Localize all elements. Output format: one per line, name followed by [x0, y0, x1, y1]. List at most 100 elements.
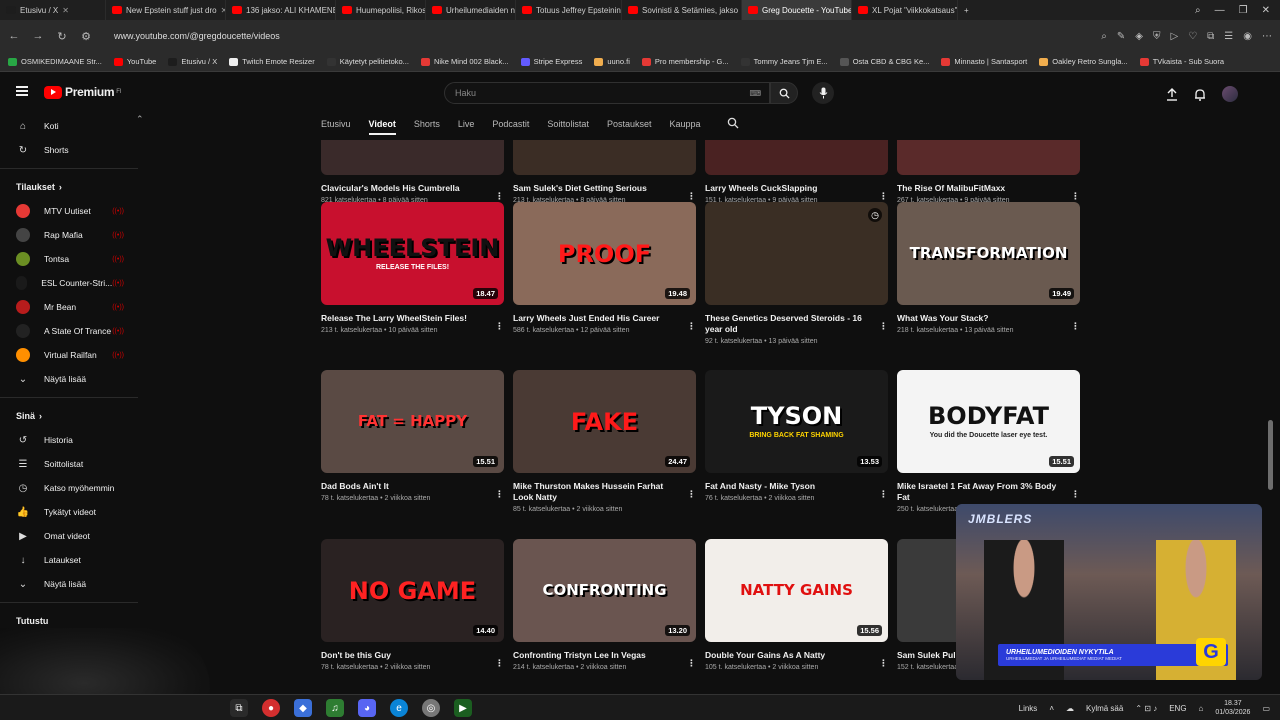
channel-tab[interactable]: Soittolistat	[547, 119, 589, 129]
bookmark-item[interactable]: uuno.fi	[594, 57, 630, 66]
video-card[interactable]: Sam Sulek's Diet Getting Serious ⋮ 213 t. …	[513, 140, 696, 204]
hamburger-menu-icon[interactable]	[16, 86, 28, 96]
edit-icon[interactable]: ✎	[1117, 31, 1125, 42]
sidebar-item-you[interactable]: ◷ Katso myöhemmin	[0, 476, 140, 500]
play-app-icon[interactable]: ▶	[454, 699, 472, 717]
video-card[interactable]: FAKE 24.47 Mike Thurston Makes Hussein Far…	[513, 370, 696, 513]
browser-tab[interactable]: New Epstein stuff just dro✕	[106, 0, 226, 20]
bookmark-item[interactable]: TVkaista - Sub Suora	[1139, 57, 1224, 66]
more-options-icon[interactable]: ⋮	[687, 191, 696, 202]
notification-center-icon[interactable]: ▭	[1262, 704, 1270, 713]
shield-icon[interactable]: ⛨	[1153, 31, 1161, 42]
url-field[interactable]: www.youtube.com/@gregdoucette/videos	[114, 31, 280, 41]
search-button[interactable]	[770, 82, 798, 104]
video-title[interactable]: Fat And Nasty - Mike Tyson	[705, 481, 888, 492]
more-options-icon[interactable]: ⋮	[687, 321, 696, 332]
sidebar-subscription[interactable]: Virtual Railfan ((•))	[0, 343, 140, 367]
video-thumbnail[interactable]: WHEELSTEIN RELEASE THE FILES! 18.47	[321, 202, 504, 305]
channel-tab[interactable]: Podcastit	[492, 119, 529, 129]
video-title[interactable]: Sam Sulek's Diet Getting Serious	[513, 183, 696, 194]
video-card[interactable]: PROOF 19.48 Larry Wheels Just Ended His Ca…	[513, 202, 696, 334]
sidebar-subscription[interactable]: ESL Counter-Stri... ((•))	[0, 271, 140, 295]
browser-tab[interactable]: XL Pojat "viikkokatsaus" 1✕	[852, 0, 958, 20]
links-toolbar[interactable]: Links	[1019, 704, 1038, 713]
sidebar-subscription[interactable]: A State Of Trance ((•))	[0, 319, 140, 343]
search-input[interactable]: Haku ⌨	[444, 82, 770, 104]
network-icon[interactable]: ⌂	[1199, 704, 1204, 713]
video-card[interactable]: WHEELSTEIN RELEASE THE FILES! 18.47 Release…	[321, 202, 504, 334]
sidebar-subscription[interactable]: MTV Uutiset ((•))	[0, 199, 140, 223]
sidebar-item-you[interactable]: ▶ Omat videot	[0, 524, 140, 548]
profile-icon[interactable]: ◉	[1243, 31, 1252, 42]
video-card[interactable]: NO GAME 14.40 Don't be this Guy ⋮ 78 t. kats…	[321, 539, 504, 671]
edge-icon[interactable]: e	[390, 699, 408, 717]
more-options-icon[interactable]: ⋮	[495, 321, 504, 332]
language-indicator[interactable]: ENG	[1169, 704, 1186, 713]
bookmark-item[interactable]: Tommy Jeans Tjm E...	[740, 57, 828, 66]
video-title[interactable]: Mike Israetel 1 Fat Away From 3% Body Fa…	[897, 481, 1080, 503]
bookmark-item[interactable]: Minnasto | Santasport	[941, 57, 1027, 66]
browser-tab[interactable]: 136 jakso: ALI KHAMENEI✕	[226, 0, 336, 20]
obs-icon[interactable]: ●	[262, 699, 280, 717]
video-title[interactable]: Don't be this Guy	[321, 650, 504, 661]
chevron-up-icon[interactable]: ˄	[1049, 704, 1054, 713]
voice-search-button[interactable]	[812, 82, 834, 104]
sidebar-item-you[interactable]: 👍 Tykätyt videot	[0, 500, 140, 524]
video-card[interactable]: NATTY GAINS 15.56 Double Your Gains As A N…	[705, 539, 888, 671]
video-thumbnail[interactable]	[705, 140, 888, 175]
video-thumbnail[interactable]: FAKE 24.47	[513, 370, 696, 473]
video-card[interactable]: ◷ These Genetics Deserved Steroids - 16 y…	[705, 202, 888, 345]
collapse-chevron-icon[interactable]: ⌃	[136, 114, 144, 125]
video-title[interactable]: The Rise Of MalibuFitMaxx	[897, 183, 1080, 194]
close-window-icon[interactable]: ✕	[1262, 5, 1270, 16]
browser-tab[interactable]: Sovinisti & Setämies, jakso✕	[622, 0, 742, 20]
spotify-icon[interactable]: ♫	[326, 699, 344, 717]
more-options-icon[interactable]: ⋮	[1071, 321, 1080, 332]
menu-icon[interactable]: ☰	[1224, 31, 1233, 42]
video-title[interactable]: Release The Larry WheelStein Files!	[321, 313, 504, 324]
channel-tab[interactable]: Live	[458, 119, 475, 129]
more-options-icon[interactable]: ⋮	[879, 489, 888, 500]
video-card[interactable]: Clavicular's Models His Cumbrella ⋮ 821 ka…	[321, 140, 504, 204]
video-title[interactable]: Confronting Tristyn Lee In Vegas	[513, 650, 696, 661]
channel-tab[interactable]: Kauppa	[669, 119, 700, 129]
video-title[interactable]: Larry Wheels CuckSlapping	[705, 183, 888, 194]
sidebar-subscription[interactable]: Mr Bean ((•))	[0, 295, 140, 319]
keyboard-icon[interactable]: ⌨	[749, 89, 761, 98]
search-tabs-icon[interactable]: ⌕	[1195, 5, 1201, 16]
sidebar-item-koti[interactable]: ⌂ Koti	[0, 114, 140, 138]
bookmark-item[interactable]: OSMIKEDIMAANE Str...	[8, 57, 102, 66]
browser-tab[interactable]: Totuus Jeffrey Epsteinin K✕	[516, 0, 622, 20]
video-title[interactable]: Dad Bods Ain't It	[321, 481, 504, 492]
bookmark-item[interactable]: Osta CBD & CBG Ke...	[839, 57, 929, 66]
browser-tab[interactable]: Greg Doucette - YouTube✕	[742, 0, 852, 20]
notifications-bell-icon[interactable]	[1194, 88, 1206, 101]
video-title[interactable]: What Was Your Stack?	[897, 313, 1080, 324]
more-options-icon[interactable]: ⋮	[1071, 489, 1080, 500]
bookmark-item[interactable]: Oakley Retro Sungla...	[1039, 57, 1128, 66]
bookmark-item[interactable]: YouTube	[113, 57, 156, 66]
video-thumbnail[interactable]: CONFRONTING 13.20	[513, 539, 696, 642]
video-thumbnail[interactable]: TYSON BRING BACK FAT SHAMING 13.53	[705, 370, 888, 473]
video-thumbnail[interactable]: NATTY GAINS 15.56	[705, 539, 888, 642]
video-title[interactable]: Larry Wheels Just Ended His Career	[513, 313, 696, 324]
channel-tab[interactable]: Shorts	[414, 119, 440, 129]
video-thumbnail[interactable]	[897, 140, 1080, 175]
video-thumbnail[interactable]: PROOF 19.48	[513, 202, 696, 305]
video-thumbnail[interactable]	[321, 140, 504, 175]
you-header[interactable]: Sinä ›	[0, 404, 140, 428]
video-card[interactable]: TYSON BRING BACK FAT SHAMING 13.53 Fat And …	[705, 370, 888, 502]
more-options-icon[interactable]: ⋮	[1071, 191, 1080, 202]
tab-close-icon[interactable]: ✕	[62, 6, 69, 15]
copy-icon[interactable]: ⧉	[1207, 31, 1214, 42]
sidebar-item-you[interactable]: ↺ Historia	[0, 428, 140, 452]
video-title[interactable]: Double Your Gains As A Natty	[705, 650, 888, 661]
more-options-icon[interactable]: ⋮	[495, 658, 504, 669]
channel-tab[interactable]: Postaukset	[607, 119, 652, 129]
bookmark-item[interactable]: Käytetyt pelitietoko...	[326, 57, 409, 66]
more-options-icon[interactable]: ⋮	[879, 321, 888, 332]
sidebar-subscription[interactable]: Tontsa ((•))	[0, 247, 140, 271]
video-card[interactable]: The Rise Of MalibuFitMaxx ⋮ 267 t. katselu…	[897, 140, 1080, 204]
forward-icon[interactable]: →	[32, 30, 44, 42]
upload-icon[interactable]	[1166, 87, 1178, 101]
